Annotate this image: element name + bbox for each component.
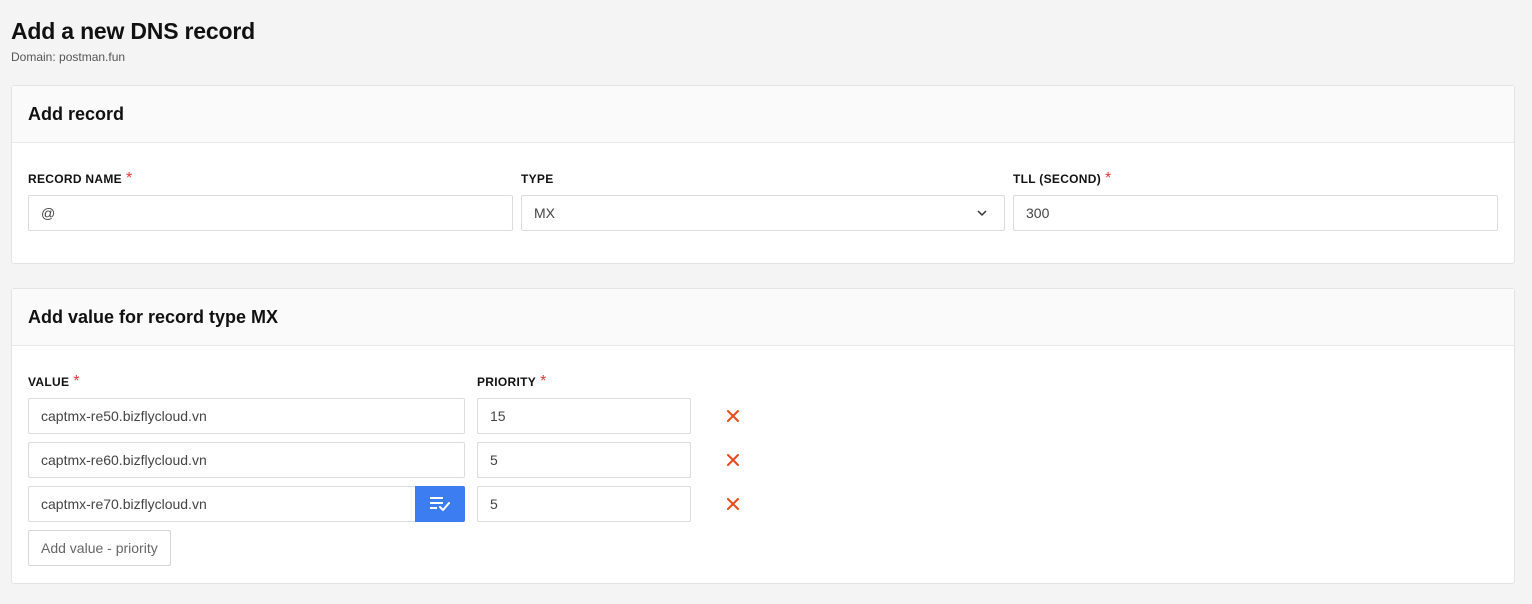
required-mark: * <box>125 170 133 187</box>
type-label: TYPE <box>521 172 554 186</box>
ttl-label: TLL (SECOND) <box>1013 172 1102 186</box>
type-label-wrap: TYPE <box>521 170 554 188</box>
value-text: captmx-re50.bizflycloud.vn <box>41 408 207 424</box>
add-record-card-body: RECORD NAME * @ TYPE MX TLL (SECOND) * 300 <box>12 143 1514 263</box>
close-icon[interactable] <box>726 409 740 423</box>
priority-input[interactable]: 5 <box>477 442 691 478</box>
add-value-priority-button[interactable]: Add value - priority <box>28 530 171 566</box>
add-value-card-title: Add value for record type MX <box>12 289 1514 346</box>
add-record-card: Add record RECORD NAME * @ TYPE MX TLL (S… <box>11 85 1515 264</box>
type-select-value: MX <box>534 205 555 221</box>
required-mark: * <box>73 373 80 390</box>
priority-label-wrap: PRIORITY * <box>477 373 546 391</box>
close-icon[interactable] <box>726 453 740 467</box>
ttl-value: 300 <box>1026 205 1050 221</box>
value-label-wrap: VALUE * <box>28 373 80 391</box>
page: Add a new DNS record Domain: postman.fun… <box>0 0 1532 584</box>
record-name-label: RECORD NAME <box>28 172 122 186</box>
page-title: Add a new DNS record <box>11 18 255 44</box>
add-value-card: Add value for record type MX VALUE * PRIO… <box>11 288 1515 584</box>
close-icon[interactable] <box>726 497 740 511</box>
required-mark: * <box>540 373 547 390</box>
priority-text: 5 <box>490 452 498 468</box>
value-text: captmx-re70.bizflycloud.vn <box>41 496 207 512</box>
playlist-check-icon <box>430 497 450 511</box>
required-mark: * <box>1105 170 1112 187</box>
record-name-value: @ <box>41 205 56 221</box>
ttl-input[interactable]: 300 <box>1013 195 1498 231</box>
apply-value-button[interactable] <box>415 486 465 522</box>
record-name-label-wrap: RECORD NAME * <box>28 170 132 188</box>
priority-input[interactable]: 15 <box>477 398 691 434</box>
value-input[interactable]: captmx-re70.bizflycloud.vn <box>28 486 465 522</box>
add-value-card-body: VALUE * PRIORITY * captmx-re50.bizflycloud… <box>12 346 1514 582</box>
domain-subtitle: Domain: postman.fun <box>11 50 126 64</box>
ttl-label-wrap: TLL (SECOND) * <box>1013 170 1111 188</box>
add-record-card-title: Add record <box>12 86 1514 143</box>
value-input[interactable]: captmx-re60.bizflycloud.vn <box>28 442 465 478</box>
priority-input[interactable]: 5 <box>477 486 691 522</box>
value-input[interactable]: captmx-re50.bizflycloud.vn <box>28 398 465 434</box>
priority-label: PRIORITY <box>477 375 537 389</box>
value-label: VALUE <box>28 375 70 389</box>
chevron-down-icon <box>977 210 987 217</box>
priority-text: 15 <box>490 408 506 424</box>
type-select[interactable]: MX <box>521 195 1005 231</box>
value-text: captmx-re60.bizflycloud.vn <box>41 452 207 468</box>
record-name-input[interactable]: @ <box>28 195 513 231</box>
priority-text: 5 <box>490 496 498 512</box>
